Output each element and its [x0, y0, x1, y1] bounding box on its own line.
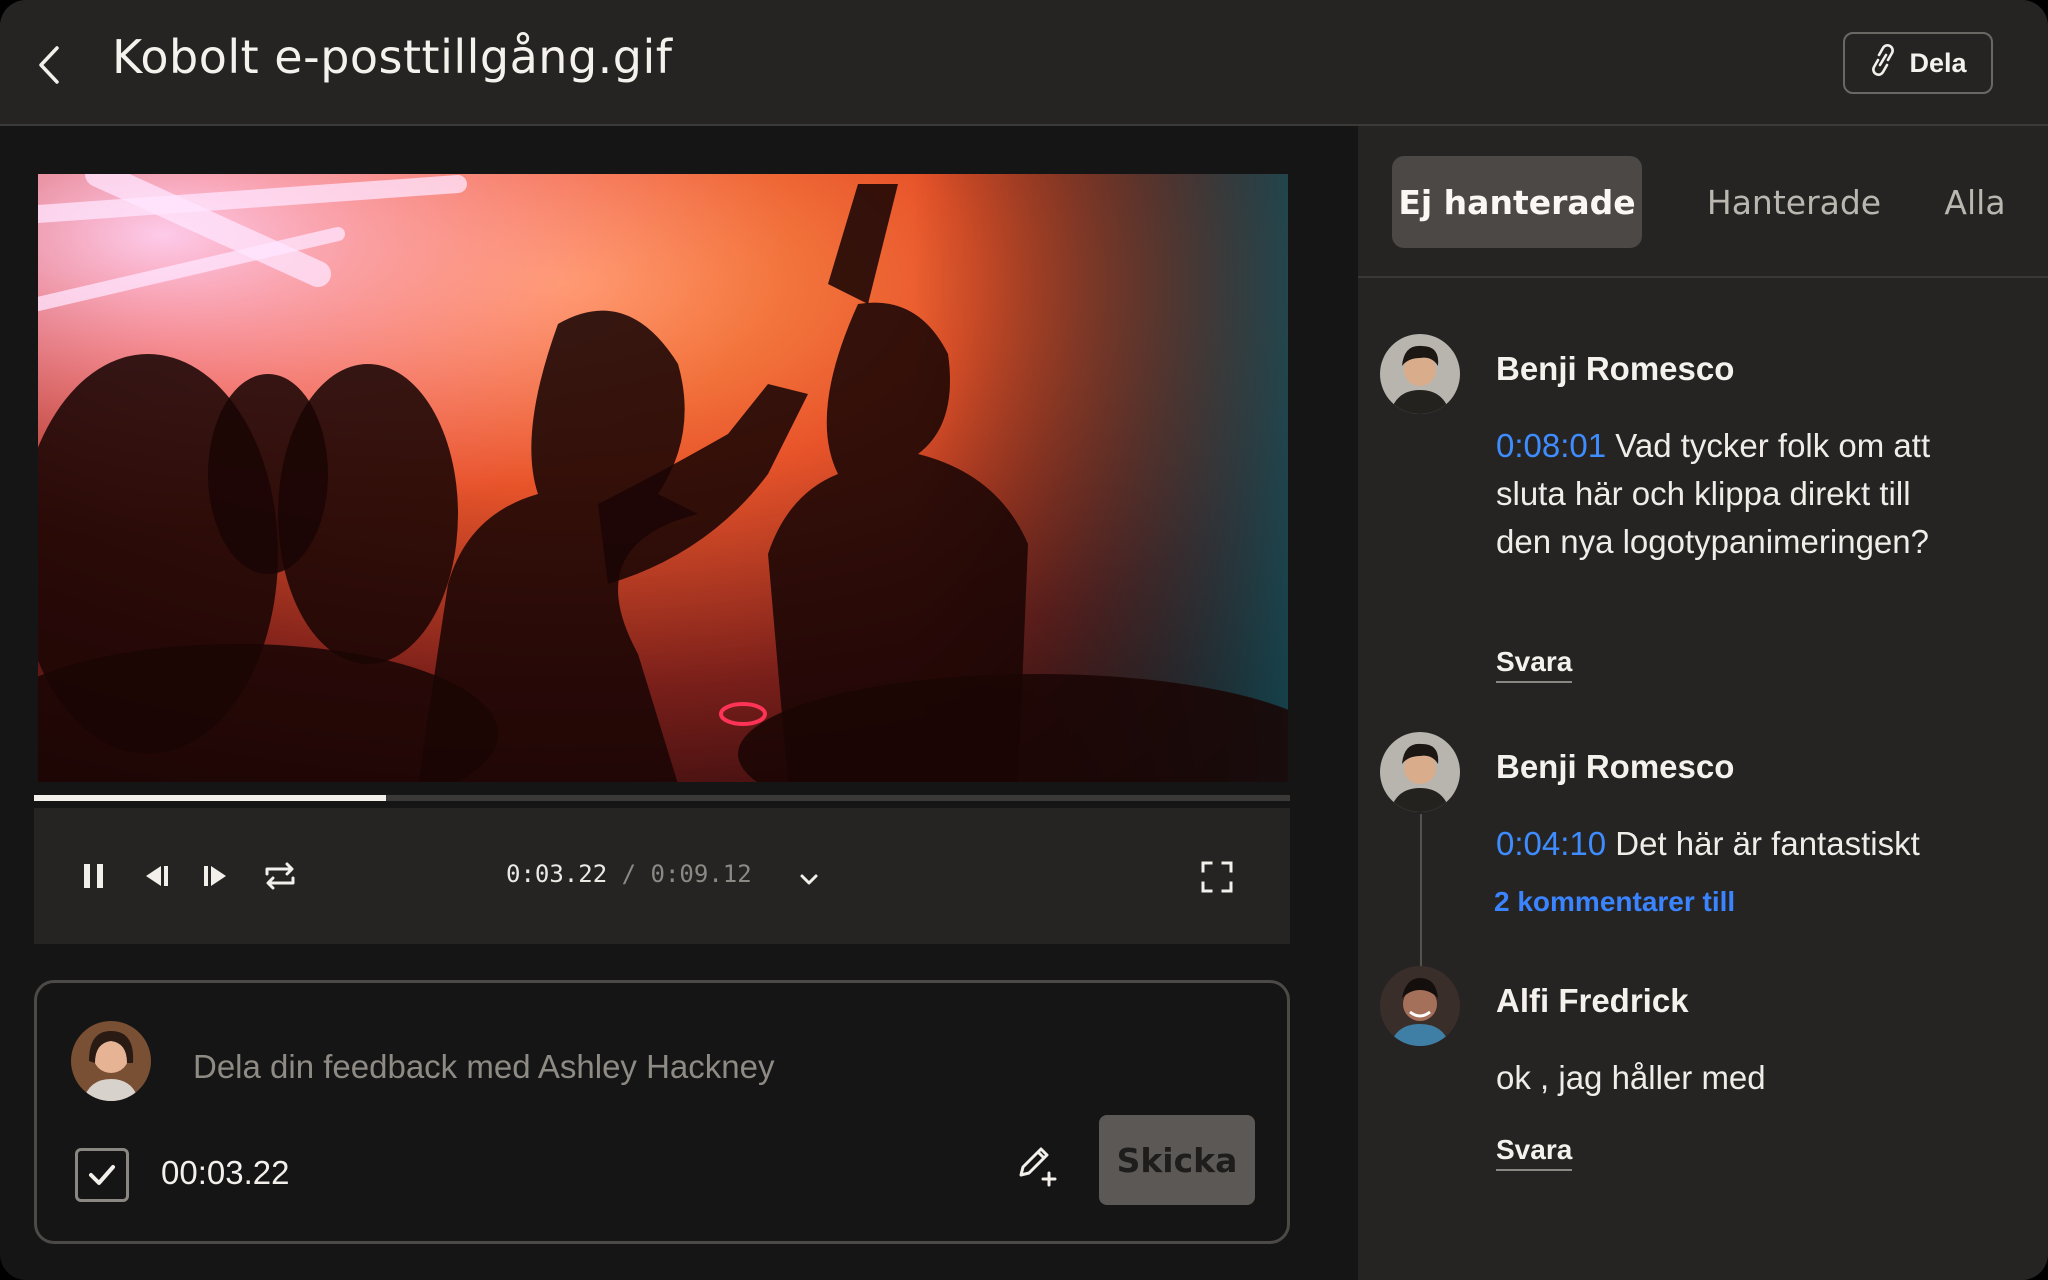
comments-panel: Ej hanterade Hanterade Alla Benji Romesc… [1358, 126, 2048, 1280]
loop-icon[interactable] [262, 858, 298, 894]
share-label: Dela [1909, 47, 1967, 78]
video-progress-bar[interactable] [34, 795, 1290, 801]
more-replies-link[interactable]: 2 kommentarer till [1494, 886, 1735, 918]
comment-author: Benji Romesco [1496, 748, 1735, 785]
time-separator: / [621, 860, 637, 888]
reply-button[interactable]: Svara [1496, 1134, 1573, 1171]
chevron-down-icon[interactable] [794, 864, 824, 894]
step-forward-icon[interactable] [198, 858, 234, 894]
comment-author: Alfi Fredrick [1496, 982, 1689, 1019]
duration: 0:09.12 [650, 860, 752, 888]
comment-timestamp-link[interactable]: 0:04:10 [1496, 825, 1606, 862]
comment-text: 0:08:01 Vad tycker folk om att sluta här… [1496, 422, 1956, 566]
comment-body: ok , jag håller med [1496, 1059, 1766, 1096]
thread-connector [1420, 814, 1422, 974]
send-button[interactable]: Skicka [1099, 1115, 1255, 1205]
check-icon [89, 1165, 115, 1185]
tab-unresolved[interactable]: Ej hanterade [1392, 156, 1642, 248]
player-controls: 0:03.22 / 0:09.12 [34, 808, 1290, 944]
timestamp-checkbox[interactable] [75, 1148, 129, 1202]
back-icon[interactable] [30, 40, 70, 90]
step-back-icon[interactable] [138, 858, 174, 894]
comment-author: Benji Romesco [1496, 350, 1735, 387]
comment-composer: 00:03.22 Skicka [34, 980, 1290, 1244]
avatar [1380, 732, 1460, 812]
app-window: Kobolt e-posttillgång.gif Dela 0:03.22 /… [0, 0, 2048, 1280]
avatar [1380, 334, 1460, 414]
comment-text: ok , jag håller med [1496, 1054, 1956, 1102]
time-display: 0:03.22 / 0:09.12 [506, 860, 752, 888]
link-icon [1869, 43, 1897, 84]
feedback-input[interactable] [191, 1041, 1095, 1093]
share-button[interactable]: Dela [1843, 32, 1993, 94]
avatar [71, 1021, 151, 1101]
page-title: Kobolt e-posttillgång.gif [112, 30, 673, 84]
top-bar: Kobolt e-posttillgång.gif Dela [0, 0, 2048, 126]
comment-timestamp-link[interactable]: 0:08:01 [1496, 427, 1606, 464]
tab-resolved[interactable]: Hanterade [1694, 156, 1894, 248]
concert-image [38, 174, 1288, 782]
comment-text: 0:04:10 Det här är fantastiskt [1496, 820, 2016, 868]
fullscreen-icon[interactable] [1200, 860, 1234, 894]
video-frame[interactable] [38, 174, 1288, 782]
comment-body: Det här är fantastiskt [1615, 825, 1920, 862]
progress-fill [34, 795, 386, 801]
current-time: 0:03.22 [506, 860, 608, 888]
avatar [1380, 966, 1460, 1046]
comment-filter-tabs: Ej hanterade Hanterade Alla [1358, 126, 2048, 278]
tab-all[interactable]: Alla [1930, 156, 2020, 248]
draw-annotation-icon[interactable] [1013, 1141, 1061, 1189]
comment-timestamp: 00:03.22 [161, 1154, 290, 1191]
reply-button[interactable]: Svara [1496, 646, 1573, 683]
pause-icon[interactable] [76, 858, 112, 894]
